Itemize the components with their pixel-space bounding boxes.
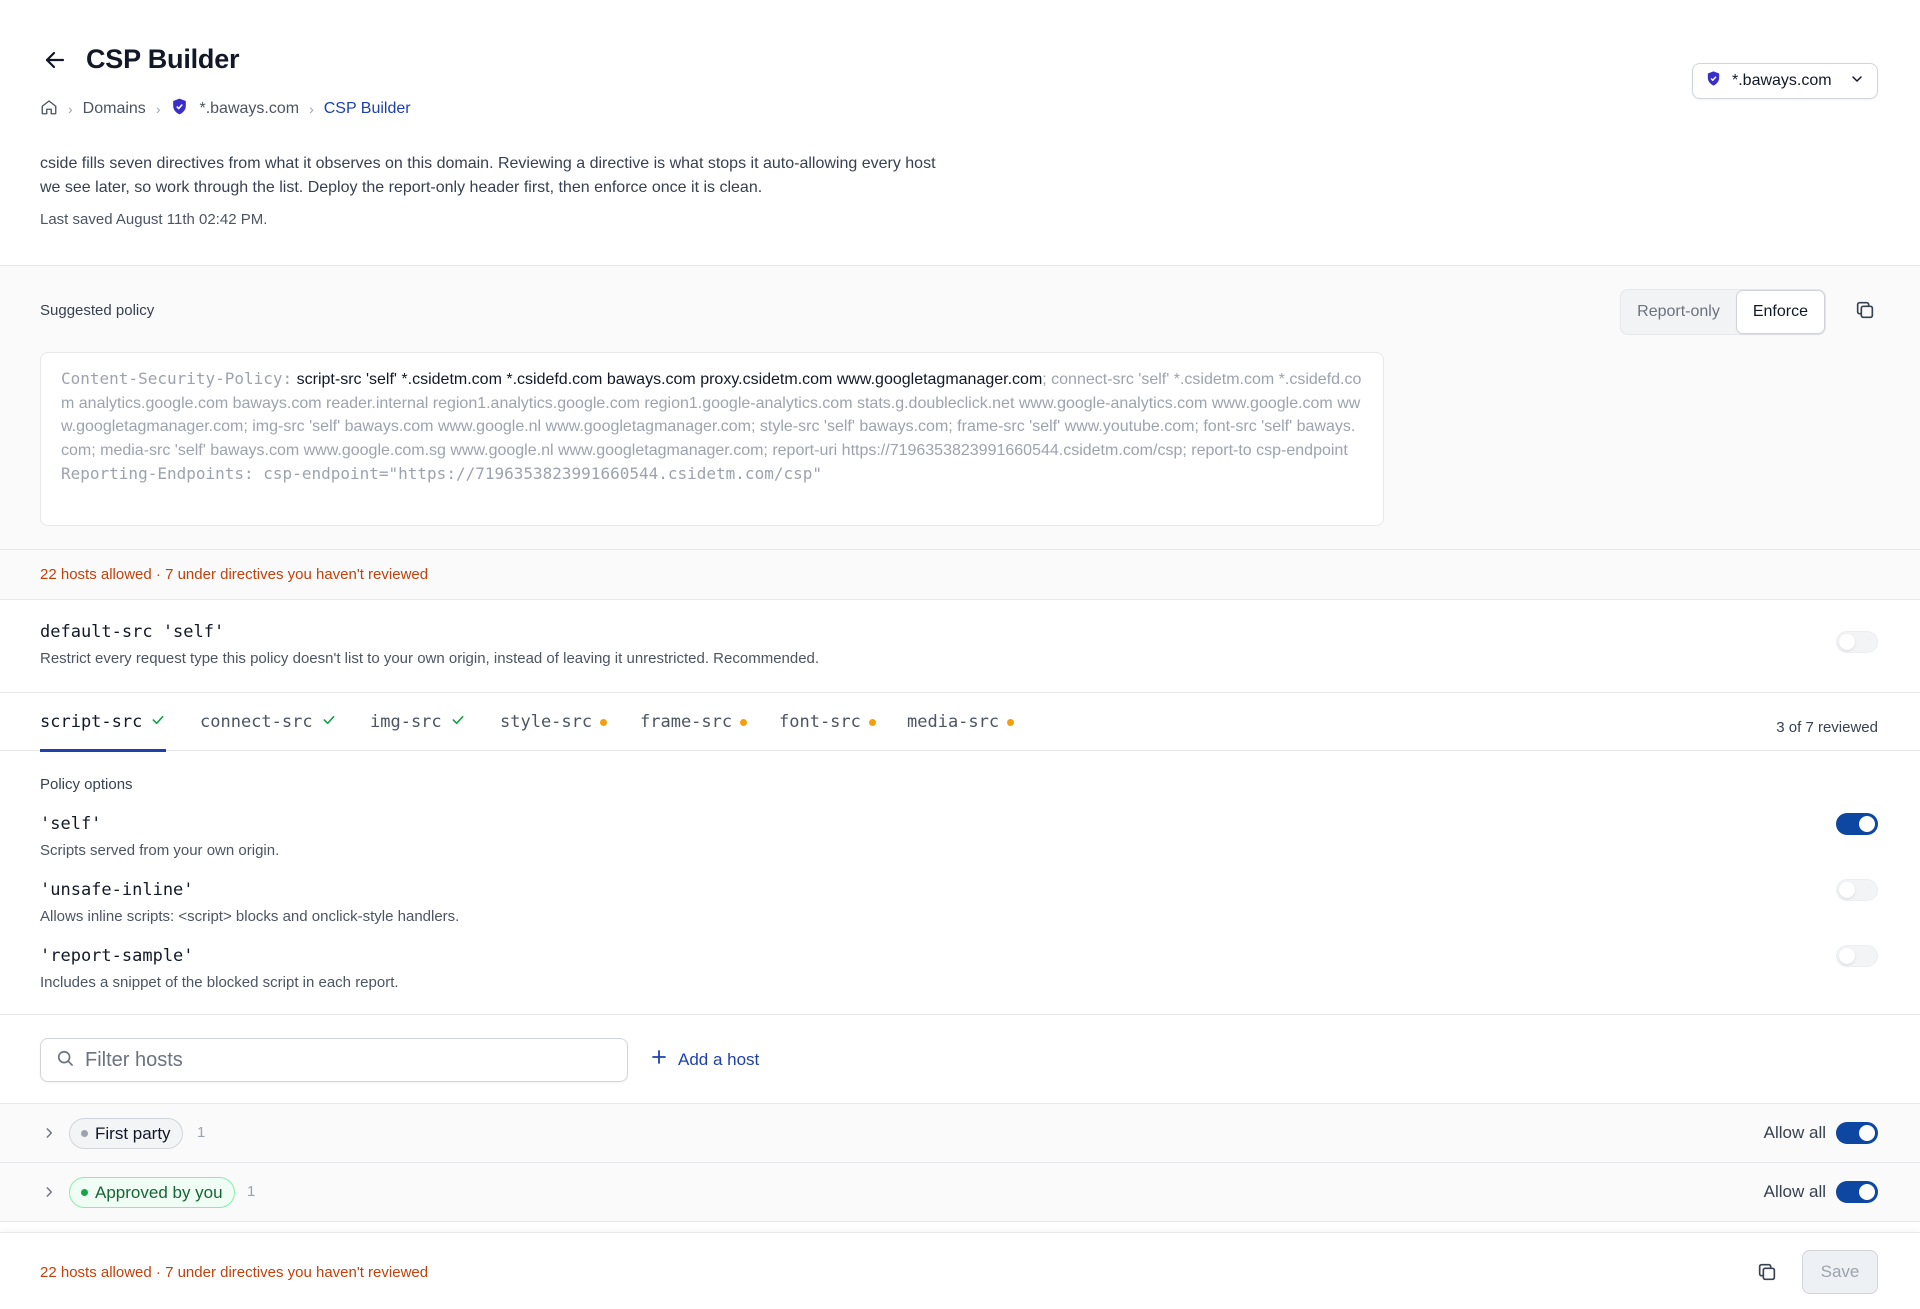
tab-label: font-src — [779, 712, 861, 732]
approved-badge: Approved by you — [69, 1177, 235, 1208]
host-group-approved[interactable]: Approved by you 1 Allow all — [0, 1163, 1920, 1222]
shield-logo-icon — [170, 97, 189, 121]
pending-dot-icon — [600, 718, 608, 726]
default-src-directive: default-src 'self' — [40, 622, 225, 642]
reporting-endpoints-line: Reporting-Endpoints: csp-endpoint="https… — [61, 464, 822, 484]
option-unsafe-inline-name: 'unsafe-inline' — [40, 880, 194, 900]
add-host-label: Add a host — [678, 1049, 760, 1069]
status-dot-icon — [81, 1130, 88, 1137]
chevron-right-icon[interactable] — [42, 1185, 56, 1204]
save-button[interactable]: Save — [1802, 1250, 1878, 1294]
add-host-button[interactable]: Add a host — [650, 1048, 759, 1071]
tab-font-src[interactable]: font-src — [779, 693, 876, 751]
tab-label: connect-src — [200, 712, 313, 732]
policy-options-title: Policy options — [40, 776, 133, 793]
enforce-button[interactable]: Enforce — [1735, 290, 1825, 334]
option-report-sample-description: Includes a snippet of the blocked script… — [40, 974, 399, 991]
pending-dot-icon — [868, 718, 876, 726]
description-line: cside fills seven directives from what i… — [40, 155, 936, 172]
allow-all-toggle[interactable] — [1836, 1181, 1878, 1203]
tab-script-src[interactable]: script-src — [40, 693, 167, 752]
group-label: Approved by you — [95, 1182, 223, 1202]
directive-tabs: script-src connect-src img-src style-src… — [0, 693, 1920, 752]
tab-img-src[interactable]: img-src — [370, 693, 466, 751]
footer-bar: 22 hosts allowed · 7 under directives yo… — [0, 1232, 1920, 1309]
tab-frame-src[interactable]: frame-src — [640, 693, 748, 751]
chevron-right-icon: › — [68, 101, 73, 117]
breadcrumb-domains[interactable]: Domains — [83, 100, 146, 118]
group-count: 1 — [247, 1183, 256, 1200]
tab-connect-src[interactable]: connect-src — [200, 693, 337, 751]
tab-media-src[interactable]: media-src — [907, 693, 1015, 751]
tab-style-src[interactable]: style-src — [500, 693, 608, 751]
tab-label: style-src — [500, 712, 593, 732]
policy-header-box[interactable]: Content-Security-Policy: script-src 'sel… — [40, 352, 1384, 526]
tab-label: script-src — [40, 712, 143, 732]
policy-header-name: Content-Security-Policy: — [61, 369, 293, 388]
chevron-right-icon: › — [155, 101, 161, 117]
page-title: CSP Builder — [86, 44, 240, 74]
back-arrow-icon[interactable] — [40, 45, 70, 75]
allow-all-label: Allow all — [1763, 1123, 1826, 1142]
first-party-badge: First party — [69, 1118, 183, 1149]
allow-all-toggle[interactable] — [1836, 1122, 1878, 1144]
copy-icon[interactable] — [1854, 299, 1880, 325]
status-dot-icon — [81, 1189, 88, 1196]
chevron-right-icon: › — [309, 101, 314, 117]
default-src-toggle[interactable] — [1836, 631, 1878, 653]
option-unsafe-inline-description: Allows inline scripts: <script> blocks a… — [40, 908, 460, 925]
report-only-button[interactable]: Report-only — [1621, 290, 1736, 334]
footer-summary: 22 hosts allowed · 7 under directives yo… — [40, 1264, 429, 1281]
check-icon — [450, 712, 466, 733]
plus-icon — [650, 1048, 668, 1071]
suggested-policy-section: Suggested policy Report-only Enforce Con… — [0, 265, 1920, 549]
chevron-right-icon[interactable] — [42, 1126, 56, 1145]
search-icon — [55, 1048, 75, 1073]
mode-toggle: Report-only Enforce — [1620, 289, 1826, 335]
option-self-toggle[interactable] — [1836, 813, 1878, 835]
policy-script-src: script-src 'self' *.csidetm.com *.csidef… — [296, 371, 1043, 388]
filter-hosts-input[interactable] — [85, 1048, 605, 1072]
check-icon — [321, 712, 337, 733]
group-label: First party — [95, 1123, 171, 1143]
tab-label: media-src — [907, 712, 1000, 732]
page-header: CSP Builder › Domains › *.baways.com › C… — [0, 0, 1920, 265]
option-report-sample-name: 'report-sample' — [40, 946, 194, 966]
check-icon — [150, 712, 166, 733]
option-report-sample-toggle[interactable] — [1836, 945, 1878, 967]
domain-selector[interactable]: *.baways.com — [1692, 63, 1878, 99]
breadcrumb: › Domains › *.baways.com › CSP Builder — [40, 97, 411, 121]
filter-hosts-field[interactable] — [40, 1038, 628, 1082]
domain-selector-label: *.baways.com — [1732, 72, 1832, 89]
last-saved-text: Last saved August 11th 02:42 PM. — [40, 211, 268, 228]
option-self-description: Scripts served from your own origin. — [40, 842, 280, 859]
chevron-down-icon — [1849, 71, 1865, 92]
tab-label: frame-src — [640, 712, 733, 732]
shield-logo-icon — [1705, 70, 1722, 92]
pending-dot-icon — [740, 718, 748, 726]
title-row: CSP Builder — [40, 44, 240, 75]
group-count: 1 — [197, 1124, 206, 1141]
option-self-name: 'self' — [40, 814, 102, 834]
copy-icon[interactable] — [1756, 1261, 1780, 1285]
default-src-row: default-src 'self' Restrict every reques… — [0, 600, 1920, 693]
pending-dot-icon — [1007, 718, 1015, 726]
allow-all-label: Allow all — [1763, 1182, 1826, 1201]
default-src-description: Restrict every request type this policy … — [40, 650, 820, 667]
policy-options: Policy options 'self' Scripts served fro… — [0, 751, 1920, 1015]
filter-row: Add a host — [0, 1015, 1920, 1104]
tab-label: img-src — [370, 712, 442, 732]
policy-separator: ; — [1042, 371, 1052, 388]
hosts-summary-banner: 22 hosts allowed · 7 under directives yo… — [0, 549, 1920, 600]
description-line: we see later, so work through the list. … — [40, 179, 763, 196]
breadcrumb-domain[interactable]: *.baways.com — [199, 100, 299, 118]
suggested-policy-label: Suggested policy — [40, 302, 155, 319]
host-group-first-party[interactable]: First party 1 Allow all — [0, 1104, 1920, 1163]
home-icon[interactable] — [40, 98, 58, 121]
option-unsafe-inline-toggle[interactable] — [1836, 879, 1878, 901]
page-description: cside fills seven directives from what i… — [40, 152, 1080, 200]
reviewed-count: 3 of 7 reviewed — [1776, 719, 1878, 736]
breadcrumb-current: CSP Builder — [323, 100, 411, 117]
hosts-summary-text: 22 hosts allowed · 7 under directives yo… — [40, 566, 429, 583]
